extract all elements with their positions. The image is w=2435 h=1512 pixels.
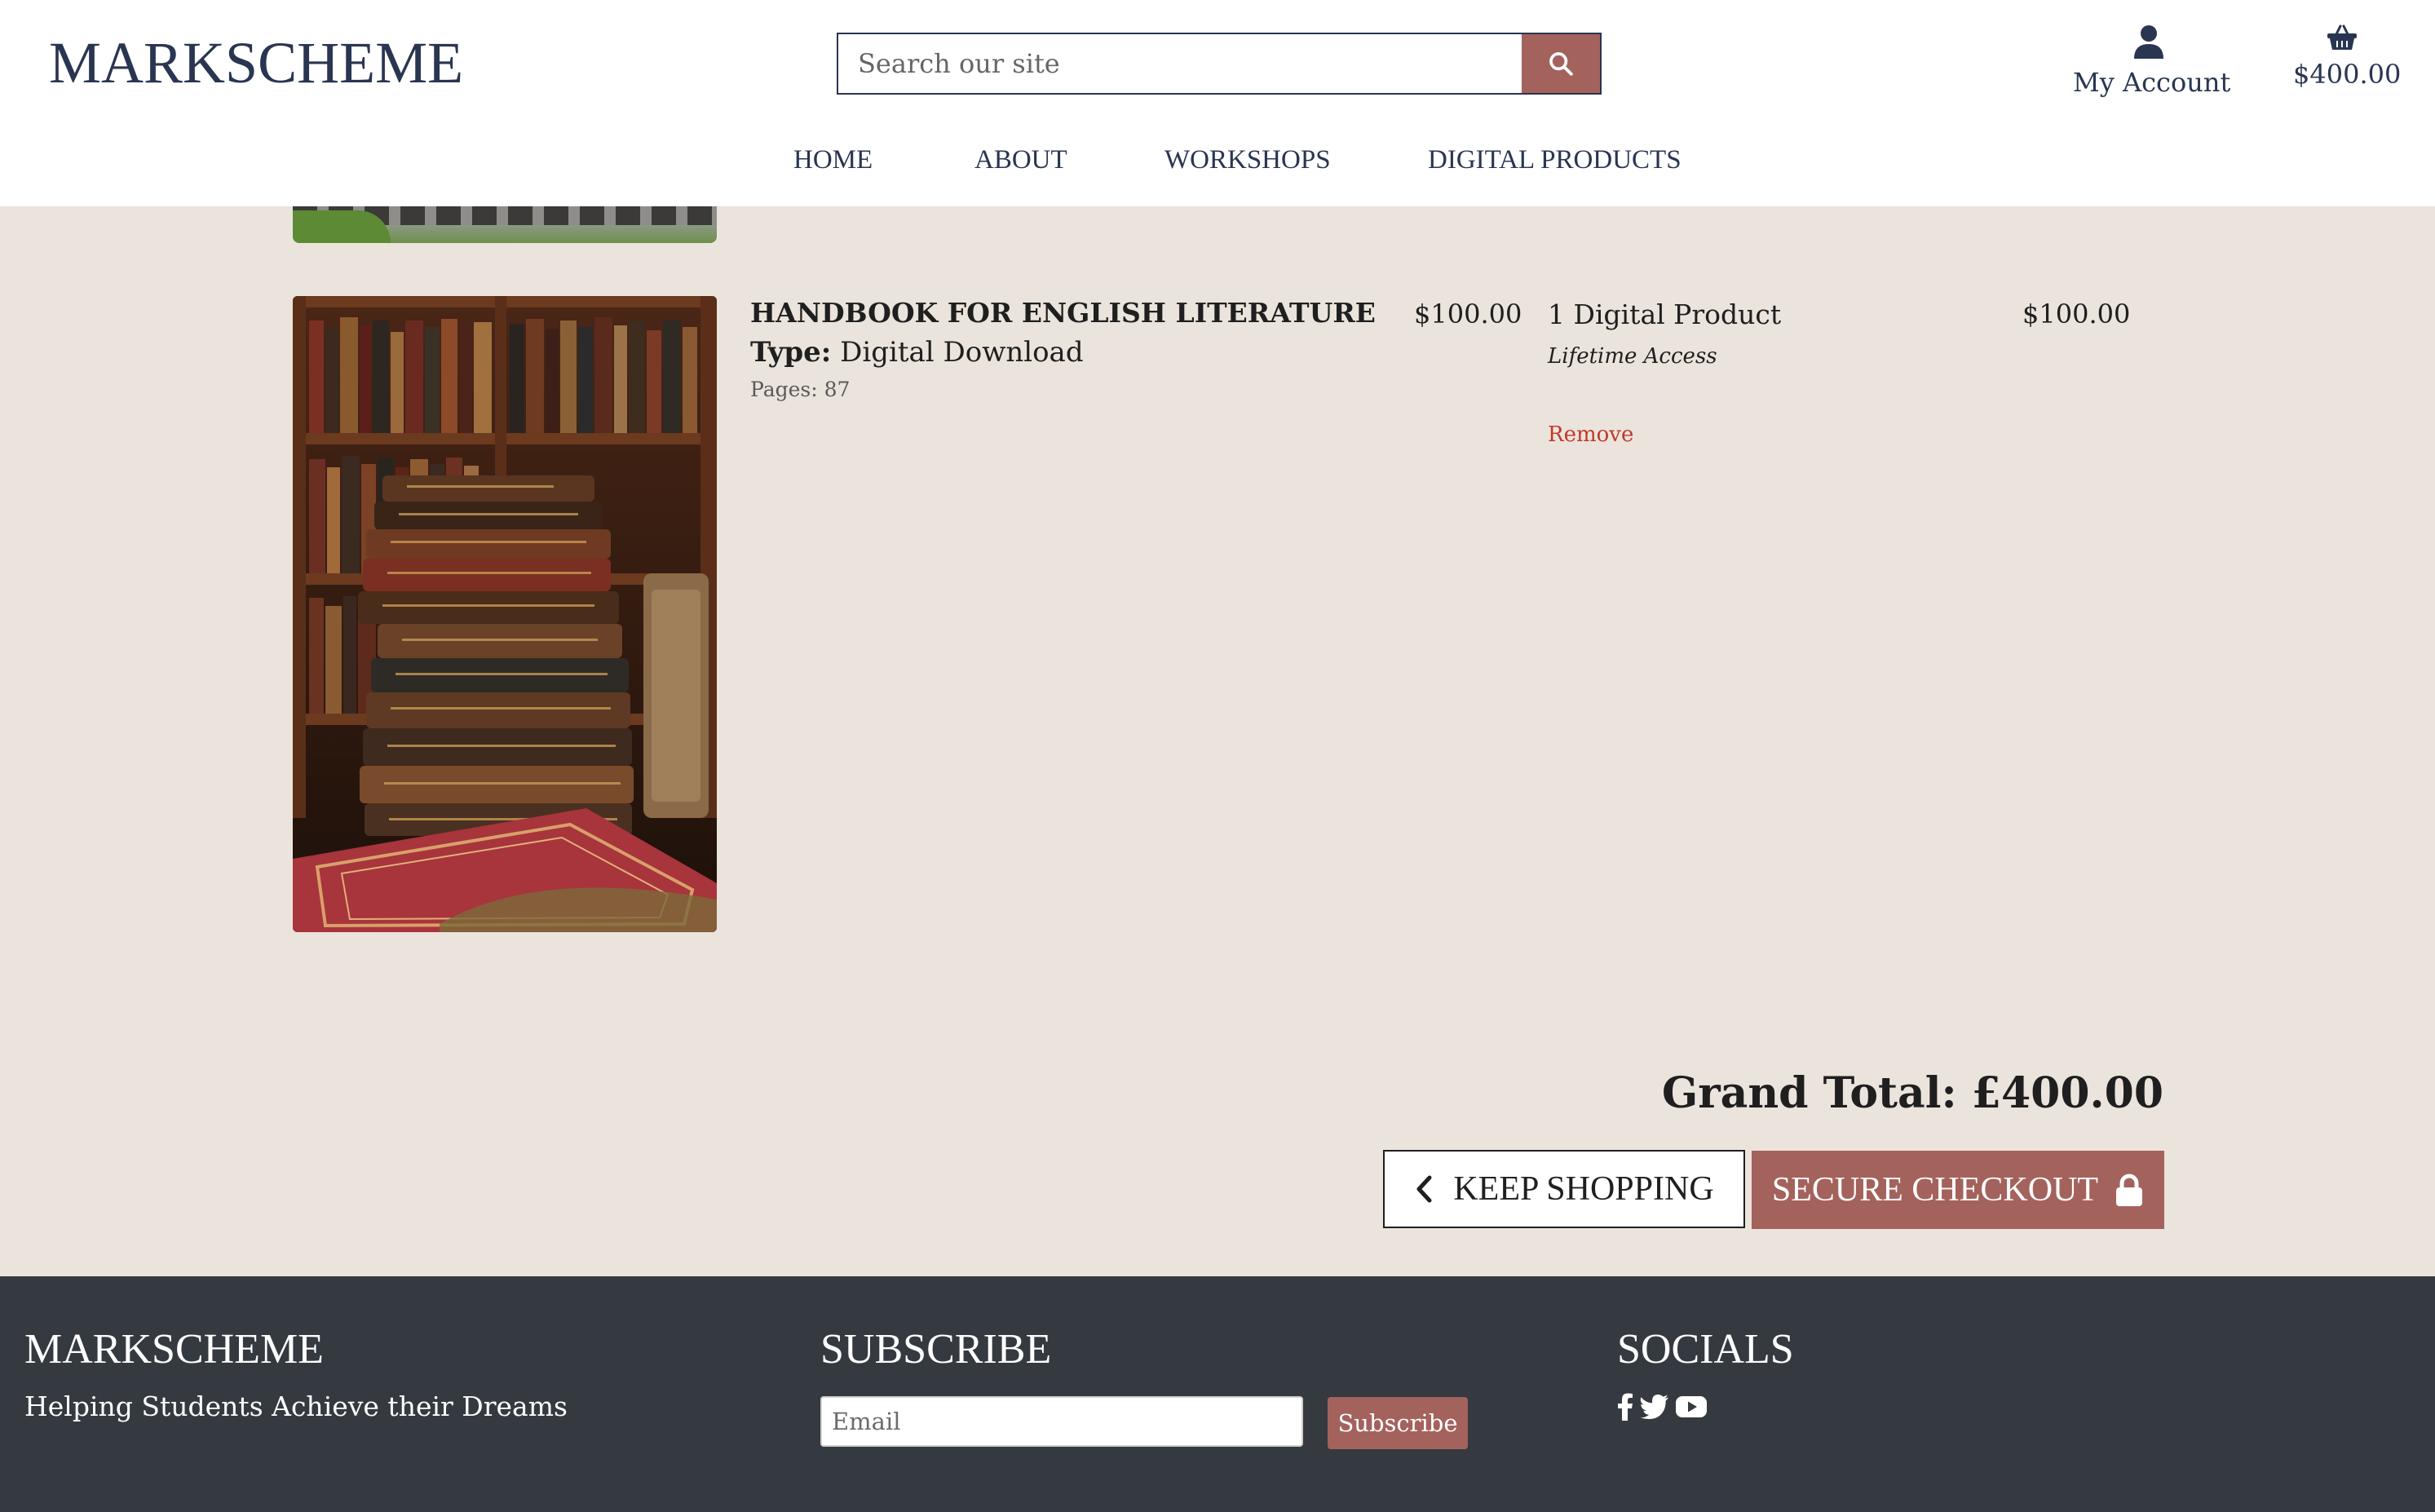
my-account-label: My Account xyxy=(2073,67,2231,98)
nav-digital-products[interactable]: DIGITAL PRODUCTS xyxy=(1428,145,1682,175)
keep-shopping-label: KEEP SHOPPING xyxy=(1453,1170,1714,1208)
keep-shopping-button[interactable]: KEEP SHOPPING xyxy=(1383,1150,1745,1228)
product-pages: Pages: 87 xyxy=(750,378,851,401)
footer-socials-title: SOCIALS xyxy=(1617,1326,1794,1373)
shopping-bag-link[interactable]: $400.00 xyxy=(2293,24,2401,90)
secure-checkout-label: SECURE CHECKOUT xyxy=(1771,1171,2099,1209)
site-footer: MARKSCHEME Helping Students Achieve thei… xyxy=(0,1276,2435,1512)
nav-about[interactable]: ABOUT xyxy=(974,145,1067,175)
main-nav: HOME ABOUT WORKSHOPS DIGITAL PRODUCTS xyxy=(0,145,2435,181)
footer-tagline: Helping Students Achieve their Dreams xyxy=(24,1390,568,1422)
bag-total: $400.00 xyxy=(2293,59,2402,90)
newsletter-email-field[interactable] xyxy=(820,1396,1303,1447)
grand-total: Grand Total: £400.00 xyxy=(1661,1068,2163,1118)
site-logo[interactable]: MARKSCHEME xyxy=(49,29,463,97)
footer-brand-title: MARKSCHEME xyxy=(24,1326,324,1373)
search-bar xyxy=(837,33,1602,95)
product-name[interactable]: HANDBOOK FOR ENGLISH LITERATURE xyxy=(750,297,1376,329)
nav-home[interactable]: HOME xyxy=(793,145,873,175)
youtube-icon[interactable] xyxy=(1676,1395,1707,1419)
user-icon xyxy=(2134,25,2163,59)
social-links xyxy=(1617,1393,1707,1421)
subscribe-button[interactable]: Subscribe xyxy=(1328,1397,1468,1449)
remove-item-link[interactable]: Remove xyxy=(1548,422,1633,447)
product-price: $100.00 xyxy=(1414,298,1522,329)
product-quantity: 1 Digital Product xyxy=(1548,298,1782,330)
product-type-label: Type: xyxy=(750,336,832,369)
my-account-link[interactable]: My Account xyxy=(2073,24,2230,98)
product-image xyxy=(293,296,717,932)
site-header: MARKSCHEME My Account $400.00 HOME A xyxy=(0,0,2435,206)
product-subtotal: $100.00 xyxy=(2022,298,2131,329)
search-icon xyxy=(1549,52,1573,76)
product-type: Type: Digital Download xyxy=(750,336,1084,369)
search-button[interactable] xyxy=(1522,34,1600,93)
lock-icon xyxy=(2116,1174,2143,1206)
product-type-value: Digital Download xyxy=(840,336,1084,369)
twitter-icon[interactable] xyxy=(1640,1395,1669,1419)
basket-icon xyxy=(2327,24,2357,50)
chevron-left-icon xyxy=(1416,1175,1432,1203)
secure-checkout-button[interactable]: SECURE CHECKOUT xyxy=(1752,1151,2164,1229)
nav-workshops[interactable]: WORKSHOPS xyxy=(1164,145,1331,175)
footer-subscribe-title: SUBSCRIBE xyxy=(820,1326,1052,1373)
facebook-icon[interactable] xyxy=(1617,1393,1633,1421)
product-access: Lifetime Access xyxy=(1548,344,1717,369)
search-input[interactable] xyxy=(838,34,1522,93)
